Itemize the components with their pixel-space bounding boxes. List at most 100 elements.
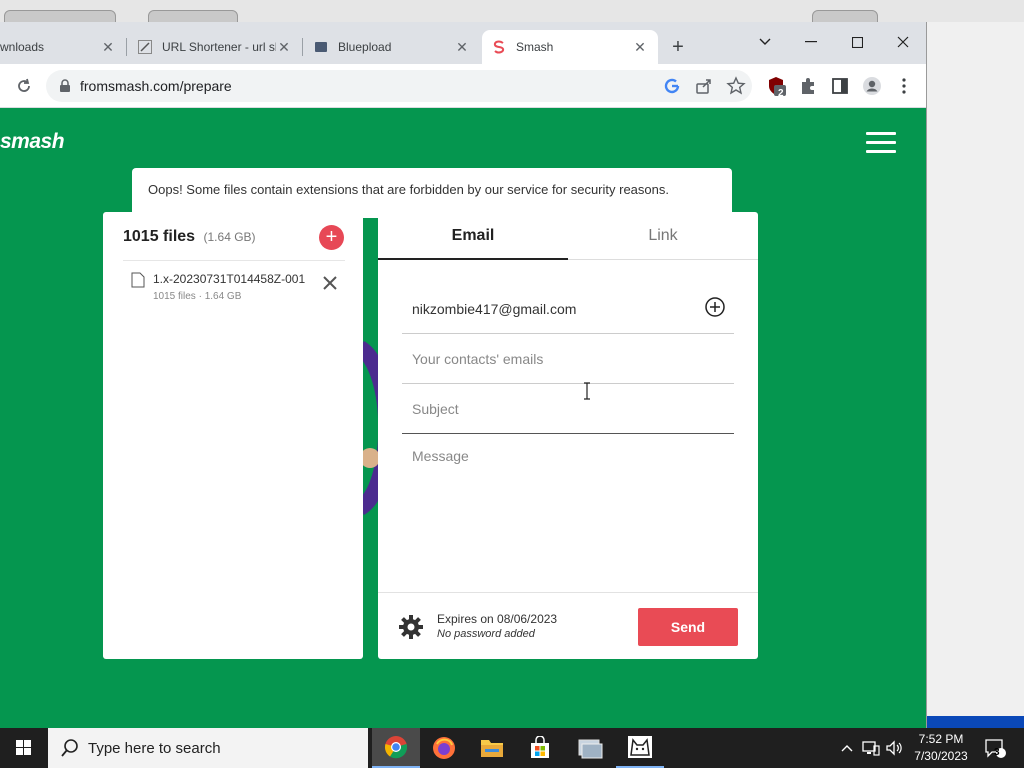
background-window-strip (0, 0, 1024, 22)
close-tab-icon[interactable]: ✕ (100, 39, 116, 56)
close-window-button[interactable] (880, 26, 926, 56)
tab-blueplоad[interactable]: Blueplоad ✕ (304, 30, 480, 64)
tab-link[interactable]: Link (568, 212, 758, 260)
lock-icon[interactable] (58, 79, 72, 93)
tab-title: wnloads (0, 40, 45, 54)
subject-input[interactable]: Subject (402, 384, 734, 434)
cat-app-taskbar-button[interactable] (616, 728, 664, 768)
transfer-panel: Email Link nikzombie417@gmail.com Your c… (378, 212, 758, 659)
divider (378, 592, 758, 593)
store-icon (531, 736, 549, 758)
contacts-email-input[interactable]: Your contacts' emails (402, 334, 734, 384)
file-name: 1.x-20230731T014458Z-001 (153, 272, 306, 286)
files-count: 1015 files (123, 228, 196, 245)
files-panel: 1015 files (1.64 GB) + 1.x-20230731T0144… (103, 212, 363, 659)
contacts-email-placeholder: Your contacts' emails (412, 350, 544, 367)
smash-page: smash Oops! Some files contain extension… (0, 108, 926, 728)
smash-logo[interactable]: smash (0, 130, 65, 154)
network-icon[interactable] (860, 728, 882, 768)
taskbar-search-box[interactable]: Type here to search (48, 728, 368, 768)
app-window-icon (578, 739, 603, 759)
forbidden-extensions-notice: Oops! Some files contain extensions that… (132, 168, 732, 218)
desktop-background-strip (926, 716, 1024, 728)
share-icon[interactable] (694, 76, 714, 96)
clock-date: 7/30/2023 (914, 749, 968, 763)
extensions-puzzle-icon[interactable] (798, 76, 818, 96)
text-cursor-icon (584, 382, 590, 400)
close-tab-icon[interactable]: ✕ (276, 39, 292, 56)
clock-time: 7:52 PM (918, 732, 964, 746)
expiry-text: Expires on 08/06/2023 (437, 612, 558, 626)
store-taskbar-button[interactable] (516, 728, 564, 768)
close-tab-icon[interactable]: ✕ (454, 39, 470, 56)
add-email-icon[interactable] (704, 296, 726, 318)
message-input[interactable]: Message (412, 448, 469, 464)
app-taskbar-button[interactable] (566, 728, 614, 768)
extension-badge: 2 (778, 88, 784, 99)
tab-title: Blueplоad (338, 40, 392, 54)
tab-separator (126, 38, 127, 56)
chrome-taskbar-button[interactable] (372, 728, 420, 768)
background-tab (4, 10, 116, 22)
send-button[interactable]: Send (638, 608, 738, 646)
firefox-icon (433, 737, 455, 759)
remove-file-icon[interactable] (321, 274, 339, 292)
volume-icon[interactable] (884, 728, 906, 768)
cat-icon (628, 736, 652, 758)
windows-start-icon[interactable] (0, 728, 48, 768)
more-menu-icon[interactable] (894, 76, 914, 96)
tab-separator (302, 38, 303, 56)
taskbar: Type here to search 7:52 PM 7/30/2023 3 (0, 728, 1024, 768)
divider (123, 260, 345, 261)
password-status: No password added (437, 628, 535, 640)
tab-strip: wnloads ✕ URL Shortener - url sh ✕ Bluep… (0, 22, 926, 64)
address-bar[interactable]: fromsmash.com/prepare (46, 70, 752, 102)
show-hidden-icons-chevron-icon[interactable] (838, 728, 856, 768)
files-total-size: (1.64 GB) (203, 230, 256, 244)
notification-count: 3 (994, 747, 1000, 758)
tab-title: Smash (516, 40, 554, 54)
sender-email-value: nikzombie417@gmail.com (412, 300, 577, 317)
tab-search-chevron-icon[interactable] (742, 26, 788, 56)
url-text: fromsmash.com/prepare (80, 78, 232, 94)
new-tab-button[interactable]: + (666, 36, 690, 60)
profile-avatar-icon[interactable] (862, 76, 882, 96)
browser-toolbar: fromsmash.com/prepare 2 (0, 64, 926, 108)
reload-icon[interactable] (14, 76, 34, 96)
tab-email[interactable]: Email (378, 212, 568, 260)
firefox-taskbar-button[interactable] (420, 728, 468, 768)
blueplоad-favicon (315, 42, 327, 52)
file-explorer-taskbar-button[interactable] (468, 728, 516, 768)
minimize-button[interactable] (788, 26, 834, 56)
google-icon[interactable] (662, 76, 682, 96)
notification-center-icon[interactable]: 3 (980, 728, 1010, 768)
desktop-background (926, 22, 1024, 728)
browser-window: wnloads ✕ URL Shortener - url sh ✕ Bluep… (0, 22, 927, 728)
close-tab-icon[interactable]: ✕ (632, 39, 648, 56)
background-tab (812, 10, 878, 22)
add-files-button[interactable]: + (319, 225, 344, 250)
bookmark-star-icon[interactable] (726, 76, 746, 96)
search-icon (61, 739, 78, 757)
chrome-icon (384, 736, 408, 759)
smash-favicon (493, 40, 505, 54)
file-meta: 1015 files · 1.64 GB (153, 291, 242, 302)
maximize-button[interactable] (834, 26, 880, 56)
files-heading: 1015 files (1.64 GB) (123, 228, 256, 246)
tab-downloads[interactable]: wnloads ✕ (0, 30, 126, 64)
url-shortener-favicon (138, 40, 152, 54)
subject-placeholder: Subject (412, 400, 459, 417)
search-placeholder: Type here to search (88, 739, 221, 757)
sender-email-field[interactable]: nikzombie417@gmail.com (402, 284, 734, 334)
folder-icon (481, 740, 503, 757)
system-clock[interactable]: 7:52 PM 7/30/2023 (910, 731, 972, 765)
file-icon (131, 272, 145, 288)
tab-smash[interactable]: Smash ✕ (482, 30, 658, 64)
background-tab (148, 10, 238, 22)
side-panel-icon[interactable] (830, 76, 850, 96)
list-item: 1.x-20230731T014458Z-001 1015 files · 1.… (131, 270, 345, 310)
tab-url-shortener[interactable]: URL Shortener - url sh ✕ (128, 30, 302, 64)
hamburger-menu-icon[interactable] (866, 132, 896, 154)
tab-title: URL Shortener - url sh (162, 40, 276, 54)
gear-icon[interactable] (398, 614, 424, 640)
